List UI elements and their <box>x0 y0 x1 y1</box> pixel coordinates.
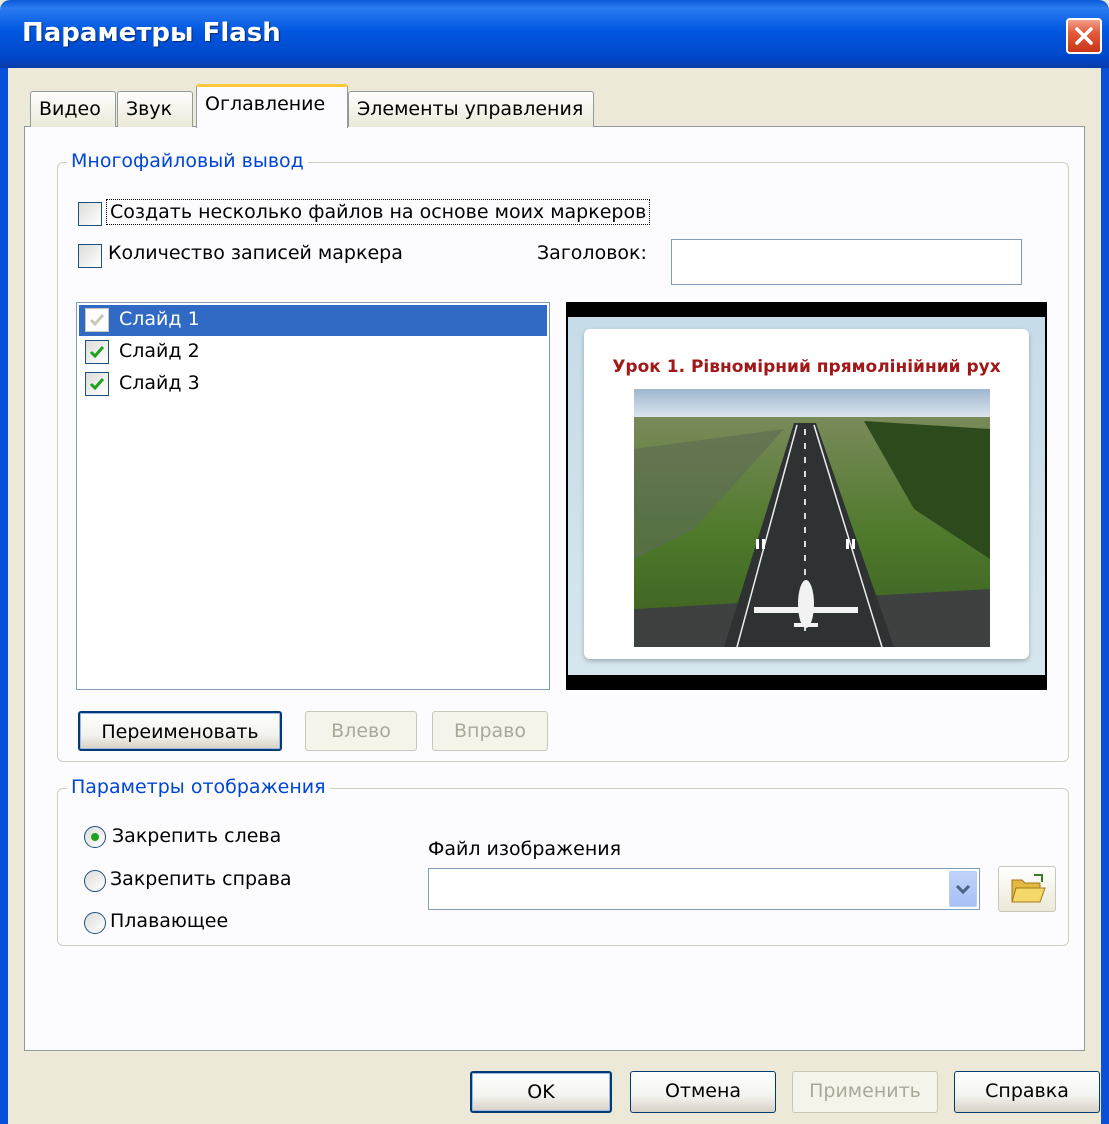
apply-button[interactable]: Применить <box>792 1071 938 1113</box>
move-left-button[interactable]: Влево <box>305 711 417 751</box>
heading-label: Заголовок: <box>537 242 647 264</box>
runway-photo <box>634 389 990 647</box>
tab-label: Звук <box>126 98 173 120</box>
create-files-checkbox[interactable] <box>78 202 102 226</box>
chevron-down-icon <box>955 884 971 895</box>
slide-card: Урок 1. Рівномірний прямолінійний рух <box>584 329 1029 659</box>
rename-button[interactable]: Переименовать <box>78 711 282 751</box>
checkmark-icon <box>89 346 105 359</box>
ok-button[interactable]: OK <box>470 1071 612 1113</box>
move-left-button-label: Влево <box>331 720 391 742</box>
dock-right-radio[interactable] <box>84 870 106 892</box>
close-icon <box>1075 27 1093 45</box>
move-right-button-label: Вправо <box>454 720 526 742</box>
list-item-label: Слайд 1 <box>119 308 200 330</box>
move-right-button[interactable]: Вправо <box>432 711 548 751</box>
help-button[interactable]: Справка <box>954 1071 1100 1113</box>
tab-label: Элементы управления <box>357 98 584 120</box>
dock-left-label: Закрепить слева <box>112 825 282 847</box>
tab-label: Оглавление <box>205 93 326 115</box>
list-item-label: Слайд 2 <box>119 340 200 362</box>
slide-checkbox[interactable] <box>85 308 109 332</box>
list-item[interactable]: Слайд 3 <box>79 369 547 400</box>
list-item[interactable]: Слайд 2 <box>79 337 547 368</box>
cancel-button[interactable]: Отмена <box>630 1071 776 1113</box>
slide-checkbox[interactable] <box>85 340 109 364</box>
tab-contents[interactable]: Оглавление <box>196 84 348 128</box>
display-group-title: Параметры отображения <box>67 776 330 798</box>
create-files-label-text: Создать несколько файлов на основе моих … <box>110 201 647 223</box>
tab-controls[interactable]: Элементы управления <box>348 91 594 127</box>
dropdown-button[interactable] <box>949 871 977 907</box>
floating-radio[interactable] <box>84 912 106 934</box>
slide-preview: Урок 1. Рівномірний прямолінійний рух <box>566 302 1047 690</box>
tab-label: Видео <box>39 98 101 120</box>
ok-button-label: OK <box>527 1081 555 1103</box>
cancel-button-label: Отмена <box>664 1080 742 1102</box>
marker-count-label: Количество записей маркера <box>108 242 403 264</box>
marker-count-checkbox[interactable] <box>78 244 102 268</box>
slide-list[interactable]: Слайд 1 Слайд 2 Слайд 3 <box>76 302 550 690</box>
help-button-label: Справка <box>985 1080 1069 1102</box>
slide-title: Урок 1. Рівномірний прямолінійний рух <box>612 357 1001 377</box>
list-item[interactable]: Слайд 1 <box>79 305 547 336</box>
folder-open-icon <box>1011 874 1046 903</box>
checkmark-icon <box>89 378 105 391</box>
slide-checkbox[interactable] <box>85 372 109 396</box>
tab-sound[interactable]: Звук <box>117 91 193 127</box>
apply-button-label: Применить <box>809 1080 921 1102</box>
window-title: Параметры Flash <box>22 18 281 48</box>
heading-input[interactable] <box>671 239 1022 285</box>
dock-right-label: Закрепить справа <box>110 868 292 890</box>
slide-background: Урок 1. Рівномірний прямолінійний рух <box>568 317 1045 675</box>
image-file-label: Файл изображения <box>428 838 622 860</box>
create-files-label: Создать несколько файлов на основе моих … <box>106 199 651 225</box>
radio-selected-dot <box>91 833 99 841</box>
window-frame-right <box>1101 68 1109 1124</box>
tab-video[interactable]: Видео <box>30 91 116 127</box>
image-file-select[interactable] <box>428 868 980 910</box>
multifile-group-title: Многофайловый вывод <box>67 150 308 172</box>
browse-button[interactable] <box>998 866 1056 912</box>
checkmark-icon <box>89 314 105 327</box>
dock-left-radio[interactable] <box>84 826 106 848</box>
list-item-label: Слайд 3 <box>119 372 200 394</box>
close-button[interactable] <box>1066 18 1102 54</box>
rename-button-label: Переименовать <box>101 721 259 743</box>
floating-label: Плавающее <box>110 910 229 932</box>
window-frame-left <box>0 68 8 1124</box>
